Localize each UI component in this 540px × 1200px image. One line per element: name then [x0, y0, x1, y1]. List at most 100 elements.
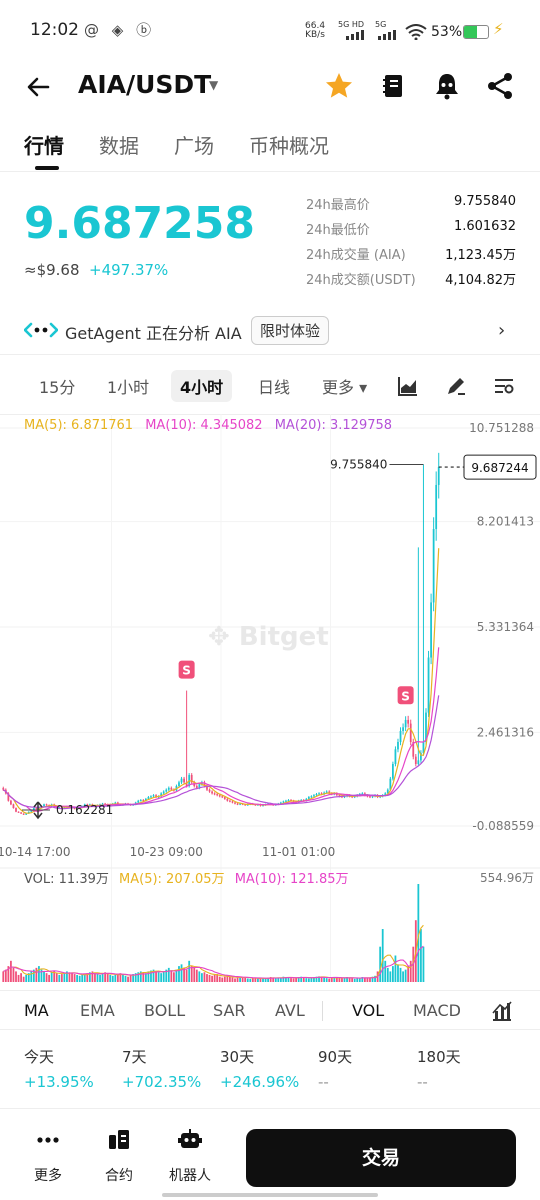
candle-body	[313, 795, 315, 797]
chevron-right-icon[interactable]: ›	[498, 320, 505, 341]
interval-1h[interactable]: 1小时	[107, 374, 149, 398]
candle-body	[211, 791, 213, 794]
volume-bar	[195, 969, 198, 982]
bot-button[interactable]: 机器人	[160, 1127, 220, 1185]
pair-dropdown-caret-icon[interactable]: ▼	[209, 78, 218, 92]
page-header: AIA/USDT ▼	[0, 62, 540, 112]
high-price-label: 9.755840	[330, 458, 387, 472]
volume-bar	[167, 967, 170, 982]
getagent-banner[interactable]: GetAgent 正在分析 AIA 限时体验 ›	[0, 312, 540, 348]
volume-bar	[76, 974, 79, 982]
indicator-sar[interactable]: SAR	[213, 1001, 246, 1020]
candle-body	[414, 756, 417, 765]
vol-ma5-value: MA(5): 207.05万	[119, 872, 225, 887]
candle-body	[435, 484, 438, 530]
candle-body	[427, 657, 430, 713]
candle-body	[43, 804, 45, 807]
more-button[interactable]: 更多	[18, 1127, 78, 1185]
price-alert-bell-icon[interactable]	[431, 70, 463, 102]
candle-body	[417, 760, 420, 765]
volume-bar	[244, 977, 247, 982]
candle-body	[15, 808, 17, 812]
volume-bar	[172, 972, 175, 982]
indicator-ma[interactable]: MA	[24, 1001, 49, 1020]
ma-legend: MA(5): 6.871761 MA(10): 4.345082 MA(20):…	[24, 418, 400, 433]
volume-bar	[45, 973, 48, 982]
pair-title[interactable]: AIA/USDT	[78, 70, 211, 99]
candle-body	[170, 787, 173, 790]
trade-button[interactable]: 交易	[246, 1129, 516, 1187]
volume-bar	[422, 946, 425, 982]
volume-bar	[399, 967, 402, 982]
contract-icon	[109, 1130, 129, 1149]
volume-bar	[341, 978, 343, 982]
volume-bar	[63, 973, 66, 982]
volume-bar	[402, 971, 404, 982]
candle-body	[12, 804, 15, 809]
volume-bar	[351, 978, 354, 982]
stat-label: 24h成交额(USDT)	[306, 273, 416, 288]
candle-body	[147, 797, 150, 799]
perf-label: 90天	[318, 1048, 353, 1066]
volume-bar	[353, 978, 356, 982]
volume-bar	[229, 976, 231, 982]
indicator-avl[interactable]: AVL	[275, 1001, 305, 1020]
volume-bar	[348, 977, 351, 982]
volume-bar	[201, 973, 203, 982]
section-divider	[0, 354, 540, 355]
back-arrow-icon[interactable]	[24, 72, 54, 102]
candle-body	[282, 801, 285, 803]
candlestick-chart[interactable]: 10.751288 8.201413 5.331364 2.461316 -0.0885…	[0, 414, 540, 986]
candle-body	[180, 778, 183, 783]
candle-body	[369, 796, 371, 798]
interval-15m[interactable]: 15分	[39, 374, 75, 398]
volume-bar	[193, 967, 196, 982]
share-icon[interactable]	[484, 70, 516, 102]
contract-button[interactable]: 合约	[89, 1127, 149, 1185]
stat-high: 24h最高价 9.755840	[306, 190, 516, 215]
candle-body	[183, 778, 185, 783]
area-chart-icon[interactable]	[396, 374, 420, 398]
home-indicator	[162, 1193, 378, 1197]
bottom-action-bar: 更多 合约 机器人 交易	[0, 1108, 540, 1200]
favorite-star-icon[interactable]	[323, 70, 355, 102]
volume-bar	[38, 966, 40, 982]
volume-bar	[160, 973, 163, 982]
signal-label-1: 5G HD	[338, 20, 365, 29]
interval-1d[interactable]: 日线	[258, 374, 290, 398]
volume-bar	[178, 966, 180, 982]
candle-body	[432, 529, 435, 603]
signal-bars-2-icon	[378, 30, 396, 40]
interval-4h[interactable]: 4小时	[171, 370, 233, 402]
tab-square[interactable]: 广场	[174, 130, 214, 159]
perf-value: +13.95%	[24, 1073, 94, 1091]
indicator-vol[interactable]: VOL	[352, 1001, 384, 1020]
perf-label: 7天	[122, 1048, 147, 1066]
candle-body	[216, 794, 219, 796]
drawing-tool-icon[interactable]	[444, 374, 468, 398]
interval-more[interactable]: 更多 ▾	[322, 374, 367, 398]
indicator-ema[interactable]: EMA	[80, 1001, 115, 1020]
tab-data[interactable]: 数据	[99, 130, 139, 159]
chart-settings-icon[interactable]	[492, 374, 516, 398]
tab-coin-overview[interactable]: 币种概况	[249, 130, 329, 159]
indicator-settings-icon[interactable]	[490, 999, 514, 1023]
volume-bar	[302, 977, 305, 982]
main-tabs: 行情 数据 广场 币种概况	[0, 124, 540, 172]
volume-bar	[10, 960, 12, 982]
y-tick-label: 5.331364	[477, 620, 534, 634]
volume-bar	[2, 971, 5, 982]
perf-value: +246.96%	[220, 1073, 300, 1091]
notebook-icon[interactable]	[377, 70, 409, 102]
candle-body	[139, 799, 142, 801]
perf-label: 180天	[417, 1048, 461, 1066]
y-tick-label: -0.088559	[472, 819, 534, 833]
volume-bar	[106, 974, 109, 982]
indicator-macd[interactable]: MACD	[413, 1001, 461, 1020]
volume-bar	[231, 977, 234, 982]
candle-body	[221, 796, 224, 798]
tab-market[interactable]: 行情	[24, 130, 64, 159]
volume-bar	[264, 978, 267, 982]
volume-bar	[290, 978, 292, 982]
indicator-boll[interactable]: BOLL	[144, 1001, 185, 1020]
